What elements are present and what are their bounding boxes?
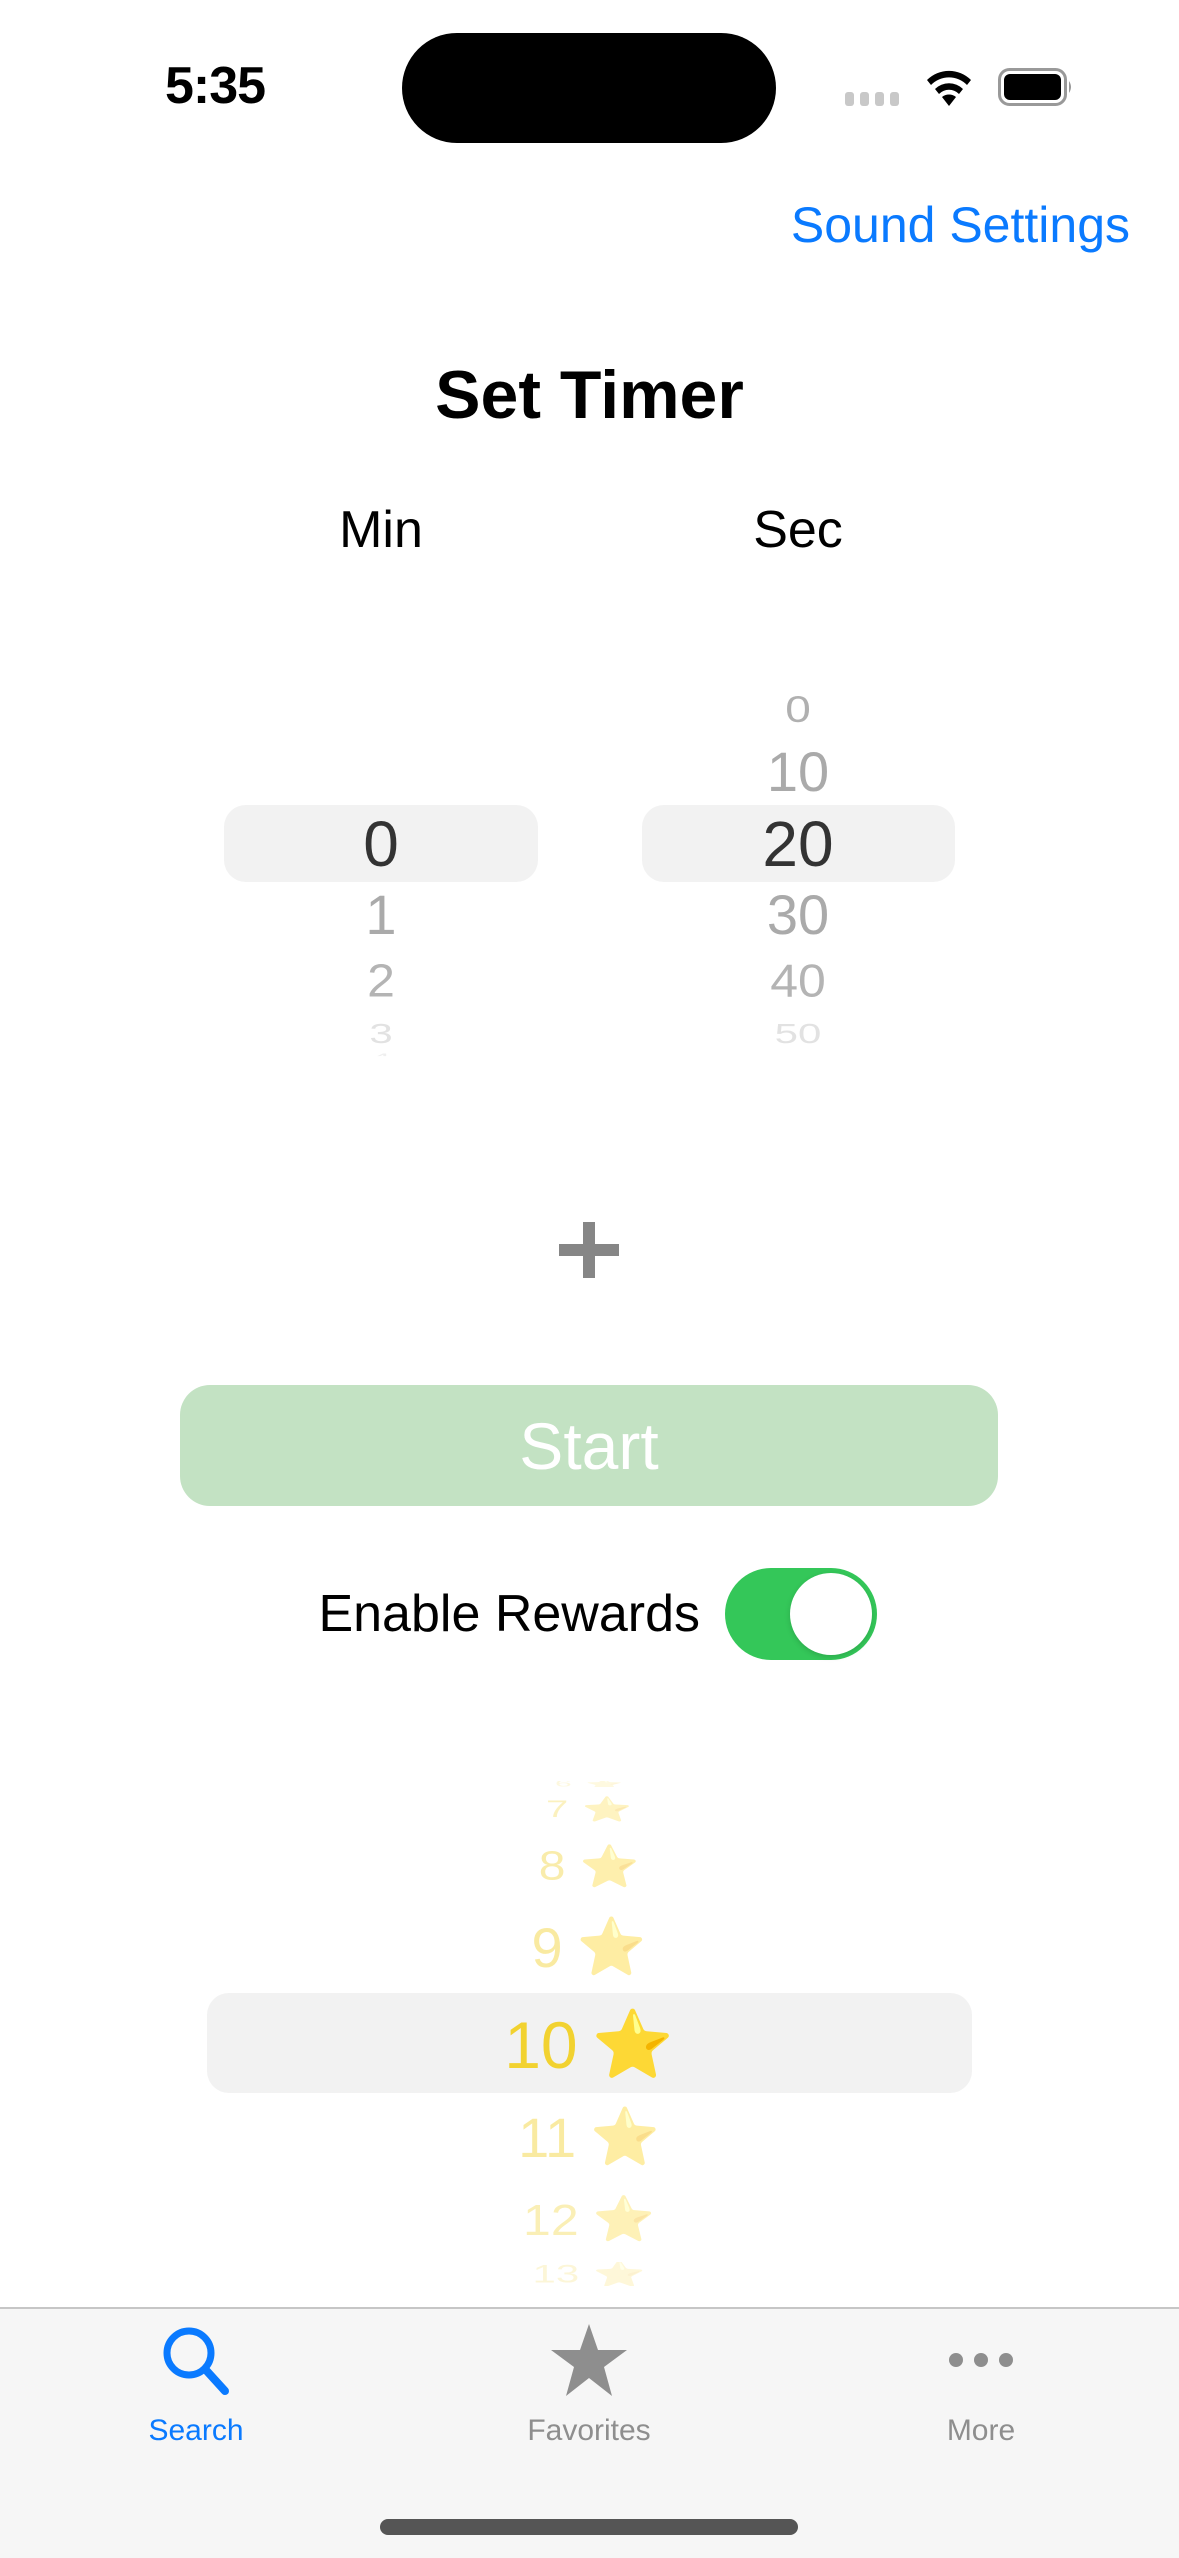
star-icon: ⭐ <box>585 1781 624 1787</box>
tab-search[interactable]: Search <box>76 2320 316 2448</box>
seconds-label: Sec <box>753 501 843 559</box>
reward-number: 13 <box>532 2262 580 2286</box>
page-title: Set Timer <box>435 357 744 433</box>
minutes-option[interactable]: 2 <box>231 958 531 1004</box>
tab-more-label: More <box>946 2414 1016 2447</box>
reward-option[interactable]: 7 ⭐ <box>389 1795 789 1824</box>
search-icon <box>156 2320 236 2400</box>
seconds-option[interactable]: 50 <box>648 1020 948 1047</box>
reward-option[interactable]: 6 ⭐ <box>389 1781 789 1787</box>
battery-icon <box>998 68 1071 106</box>
reward-number: 10 <box>504 2008 578 2082</box>
reward-option[interactable]: 9 ⭐ <box>389 1914 789 1980</box>
star-icon: ⭐ <box>593 2262 646 2286</box>
cellular-signal-icon <box>845 92 899 106</box>
tab-favorites[interactable]: Favorites <box>469 2320 709 2448</box>
enable-rewards-toggle[interactable] <box>725 1568 877 1660</box>
seconds-option[interactable]: 0 <box>648 691 948 728</box>
reward-number: 8 <box>538 1843 566 1890</box>
tab-more[interactable]: More <box>861 2320 1101 2448</box>
star-icon: ⭐ <box>579 1843 640 1891</box>
minutes-option[interactable]: 4 <box>231 1052 531 1056</box>
reward-option[interactable]: 12 ⭐ <box>389 2194 789 2246</box>
reward-number: 12 <box>523 2194 579 2245</box>
plus-icon[interactable] <box>559 1222 619 1278</box>
reward-option[interactable]: 13 ⭐ <box>389 2262 789 2286</box>
star-icon: ⭐ <box>590 2105 660 2170</box>
star-icon: ⭐ <box>592 2193 655 2245</box>
sound-settings-button[interactable]: Sound Settings <box>791 196 1130 254</box>
home-indicator[interactable] <box>380 2519 798 2535</box>
more-icon <box>941 2320 1021 2400</box>
star-icon <box>549 2320 629 2400</box>
toggle-knob <box>790 1573 872 1655</box>
reward-option[interactable]: 11 ⭐ <box>389 2104 789 2170</box>
reward-number: 9 <box>531 1915 563 1979</box>
seconds-option[interactable]: 30 <box>648 887 948 943</box>
wifi-icon <box>927 70 971 106</box>
reward-number: 6 <box>554 1781 572 1787</box>
status-time: 5:35 <box>164 57 266 115</box>
reward-selected-value[interactable]: 10 ⭐ <box>389 2006 789 2084</box>
tab-favorites-label: Favorites <box>527 2414 651 2447</box>
tab-search-label: Search <box>148 2414 244 2447</box>
star-icon: ⭐ <box>591 2006 674 2083</box>
minutes-option[interactable]: 1 <box>231 887 531 943</box>
seconds-option[interactable]: 10 <box>648 744 948 800</box>
minutes-selected-value[interactable]: 0 <box>231 812 531 876</box>
reward-number: 11 <box>518 2105 577 2169</box>
reward-number: 7 <box>545 1796 569 1823</box>
minutes-label: Min <box>339 501 423 559</box>
star-icon: ⭐ <box>582 1796 633 1824</box>
seconds-selected-value[interactable]: 20 <box>648 812 948 876</box>
reward-option[interactable]: 8 ⭐ <box>389 1842 789 1891</box>
star-icon: ⭐ <box>576 1915 647 1980</box>
minutes-option[interactable]: 3 <box>231 1020 531 1047</box>
seconds-option[interactable]: 40 <box>648 958 948 1004</box>
dynamic-island <box>402 33 776 143</box>
start-button[interactable]: Start <box>180 1385 998 1506</box>
enable-rewards-label: Enable Rewards <box>318 1585 700 1643</box>
